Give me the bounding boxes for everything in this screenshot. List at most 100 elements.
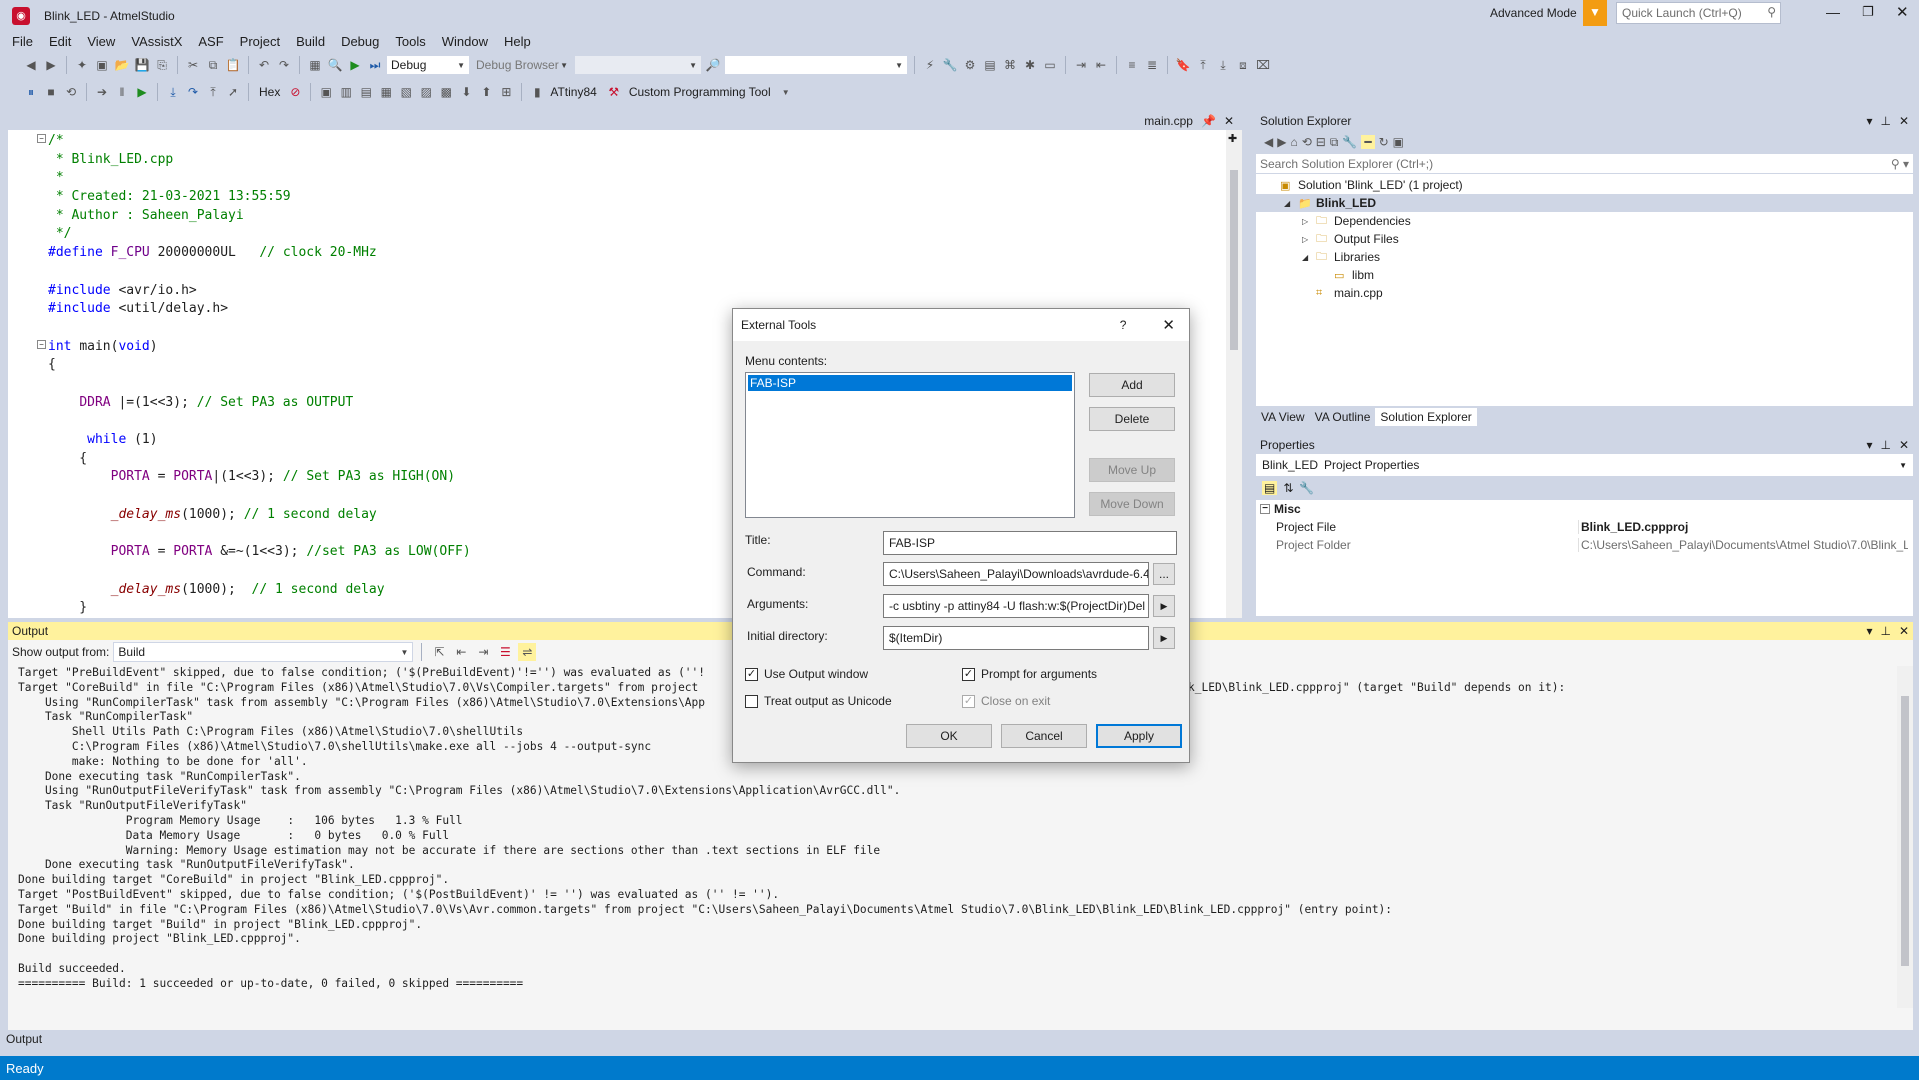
expander-icon[interactable]: ◢ — [1284, 199, 1298, 208]
checkbox-box[interactable]: ✓ — [962, 694, 975, 708]
prev-message-icon[interactable]: ⇤ — [452, 643, 470, 661]
network-icon[interactable]: ⌘ — [1001, 56, 1019, 74]
tab-va-outline[interactable]: VA Outline — [1310, 410, 1376, 424]
output-bottom-tab[interactable]: Output — [6, 1030, 42, 1048]
tree-item[interactable]: ⌗ main.cpp — [1256, 284, 1913, 302]
registers-icon[interactable]: ▦ — [377, 83, 395, 101]
pin-icon[interactable]: ⊥ — [1880, 114, 1890, 128]
menu-file[interactable]: File — [4, 34, 41, 49]
pin-icon[interactable]: 📌 — [1201, 114, 1216, 128]
close-tab-icon[interactable]: ✕ — [1224, 114, 1234, 128]
menu-build[interactable]: Build — [288, 34, 333, 49]
menu-help[interactable]: Help — [496, 34, 539, 49]
solution-icon[interactable]: ▦ — [306, 56, 324, 74]
close-pane-icon[interactable]: ✕ — [1899, 624, 1909, 638]
back-icon[interactable]: ◀ — [22, 56, 40, 74]
device-label[interactable]: ATtiny84 — [548, 85, 602, 99]
tree-item[interactable]: ◢ 📁 Blink_LED — [1256, 194, 1913, 212]
expander-icon[interactable]: ▷ — [1302, 217, 1316, 226]
tools-list[interactable]: FAB-ISP — [745, 372, 1075, 518]
custom-programming-tool[interactable]: Custom Programming Tool — [625, 85, 775, 99]
tab-main-cpp[interactable]: main.cpp 📌 ✕ — [1138, 112, 1240, 130]
browse-button[interactable]: ... — [1153, 563, 1175, 585]
property-row[interactable]: Project File Blink_LED.cppproj — [1256, 518, 1913, 536]
chip-icon[interactable]: ▤ — [981, 56, 999, 74]
pause-icon[interactable]: ‖ — [113, 83, 131, 101]
expander-icon[interactable]: ▷ — [1302, 235, 1316, 244]
platform-dropdown[interactable]: ▼ — [574, 55, 702, 75]
hex-toggle[interactable]: Hex — [255, 85, 284, 99]
category-row[interactable]: − Misc — [1256, 500, 1913, 518]
find-icon[interactable]: 🔍 — [326, 56, 344, 74]
find-in-files-icon[interactable]: 🔎 — [704, 56, 722, 74]
fold-marker-icon[interactable]: − — [37, 340, 46, 349]
menu-window[interactable]: Window — [434, 34, 496, 49]
close-window-button[interactable]: ✕ — [1896, 3, 1909, 21]
scroll-thumb[interactable] — [1230, 170, 1238, 350]
show-next-statement-icon[interactable]: ➔ — [93, 83, 111, 101]
properties-icon[interactable]: 🔧 — [1342, 135, 1357, 149]
menu-view[interactable]: View — [79, 34, 123, 49]
forward-icon[interactable]: ▶ — [42, 56, 60, 74]
break-all-icon[interactable]: ⏸ — [22, 83, 40, 101]
hex-mode-icon[interactable]: ⊘ — [286, 83, 304, 101]
cut-icon[interactable]: ✂ — [184, 56, 202, 74]
refresh-icon[interactable]: ↻ — [1379, 135, 1389, 149]
command-input[interactable]: C:\Users\Saheen_Palayi\Downloads\avrdude… — [883, 562, 1149, 586]
comment-icon[interactable]: ≡ — [1123, 56, 1141, 74]
menu-debug[interactable]: Debug — [333, 34, 387, 49]
debug-browser-dropdown[interactable]: Debug Browser ▼ — [472, 55, 572, 75]
processor-icon[interactable]: ▩ — [437, 83, 455, 101]
ok-button[interactable]: OK — [906, 724, 992, 748]
initial-directory-input[interactable]: $(ItemDir) — [883, 626, 1149, 650]
prompt-for-arguments-checkbox[interactable]: ✓ Prompt for arguments — [962, 667, 1097, 681]
tree-item[interactable]: ▷ 🗀 Dependencies — [1256, 212, 1913, 230]
stop-icon[interactable]: ■ — [42, 83, 60, 101]
watch-icon[interactable]: ▤ — [357, 83, 375, 101]
menu-project[interactable]: Project — [232, 34, 288, 49]
output-source-dropdown[interactable]: Build ▼ — [113, 642, 414, 662]
close-dialog-icon[interactable]: ✕ — [1162, 316, 1175, 334]
menu-tools[interactable]: Tools — [387, 34, 433, 49]
cursor-icon[interactable]: ➚ — [224, 83, 242, 101]
menu-vassistx[interactable]: VAssistX — [123, 34, 190, 49]
toolbar-overflow-icon[interactable]: ▼ — [777, 83, 795, 101]
sync-icon[interactable]: ⟲ — [1302, 135, 1312, 149]
outdent-icon[interactable]: ⇤ — [1092, 56, 1110, 74]
checkbox-box[interactable] — [745, 694, 758, 708]
preview-icon[interactable]: ━ — [1361, 135, 1375, 149]
redo-icon[interactable]: ↷ — [275, 56, 293, 74]
solution-search-input[interactable]: Search Solution Explorer (Ctrl+;) ⚲ ▾ — [1256, 154, 1913, 174]
menu-asf[interactable]: ASF — [190, 34, 231, 49]
upload-icon[interactable]: ⬆ — [477, 83, 495, 101]
word-wrap-icon[interactable]: ⇌ — [518, 643, 537, 661]
close-on-exit-checkbox[interactable]: ✓ Close on exit — [962, 694, 1050, 708]
show-all-files-icon[interactable]: ⧉ — [1330, 135, 1339, 150]
device-programming-icon[interactable]: ⚡ — [921, 56, 939, 74]
find-combo[interactable]: ▼ — [724, 55, 908, 75]
code-line[interactable]: * Created: 21-03-2021 13:55:59 — [48, 188, 1222, 207]
save-all-icon[interactable]: ⎘ — [153, 56, 171, 74]
tree-item[interactable]: ◢ 🗀 Libraries — [1256, 248, 1913, 266]
home-icon[interactable]: ⌂ — [1290, 135, 1297, 149]
code-line[interactable]: #include <avr/io.h> — [48, 282, 1222, 301]
new-project-icon[interactable]: ✦ — [73, 56, 91, 74]
advanced-mode-label[interactable]: Advanced Mode — [1490, 6, 1577, 20]
checkbox-box[interactable]: ✓ — [745, 667, 758, 681]
open-file-icon[interactable]: 📂 — [113, 56, 131, 74]
pin-icon[interactable]: ⊥ — [1880, 438, 1890, 452]
editor-scrollbar[interactable]: ✚ — [1226, 130, 1242, 618]
code-line[interactable]: * Author : Saheen_Palayi — [48, 207, 1222, 226]
close-pane-icon[interactable]: ✕ — [1899, 114, 1909, 128]
pane-menu-icon[interactable]: ▾ — [1866, 114, 1872, 128]
bookmark-folder-icon[interactable]: ⧈ — [1234, 56, 1252, 74]
forward-icon[interactable]: ▶ — [1277, 135, 1286, 149]
add-button[interactable]: Add — [1089, 373, 1175, 397]
use-output-window-checkbox[interactable]: ✓ Use Output window — [745, 667, 868, 681]
code-line[interactable] — [48, 263, 1222, 282]
next-bookmark-icon[interactable]: ⤓ — [1214, 56, 1232, 74]
settings-icon[interactable]: ✱ — [1021, 56, 1039, 74]
code-line[interactable]: #define F_CPU 20000000UL // clock 20-MHz — [48, 244, 1222, 263]
clear-all-icon[interactable]: ☰ — [496, 643, 514, 661]
properties-object-selector[interactable]: Blink_LED Project Properties ▼ — [1256, 454, 1913, 476]
